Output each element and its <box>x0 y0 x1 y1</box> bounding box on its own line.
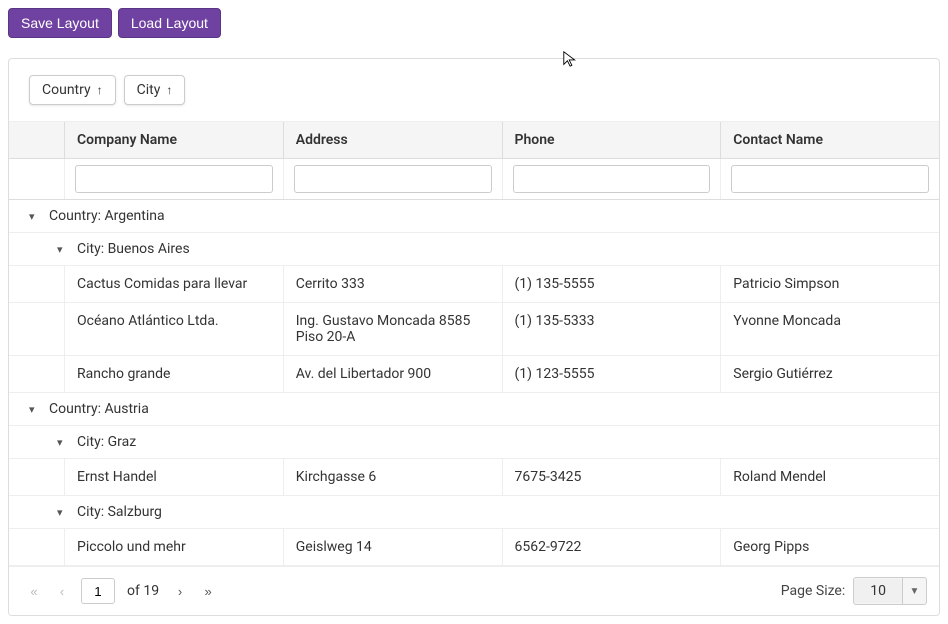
expand-icon: ▾ <box>57 506 77 519</box>
group-chip-country[interactable]: Country ↑ <box>29 75 116 105</box>
row-indent <box>9 529 64 565</box>
pager-next-button[interactable]: › <box>167 578 193 604</box>
expand-icon: ▾ <box>57 436 77 449</box>
filter-input-company[interactable] <box>75 165 273 193</box>
group-chip-label: Country <box>42 82 91 98</box>
row-indent <box>9 303 64 355</box>
cell-address: Geislweg 14 <box>283 529 502 565</box>
group-row-city[interactable]: ▾City: Graz <box>9 426 939 459</box>
row-indent <box>9 266 64 302</box>
column-header-row: Company Name Address Phone Contact Name <box>9 122 939 159</box>
pager-size: Page Size: 10 ▼ <box>781 577 927 605</box>
cell-company: Piccolo und mehr <box>64 529 283 565</box>
group-label: City: Buenos Aires <box>77 241 190 257</box>
pager-of-text: of 19 <box>127 583 159 599</box>
pager-first-button[interactable]: « <box>21 578 47 604</box>
expand-icon: ▾ <box>29 210 49 223</box>
cell-company: Cactus Comidas para llevar <box>64 266 283 302</box>
expand-icon: ▾ <box>57 243 77 256</box>
expand-icon: ▾ <box>29 403 49 416</box>
expand-column-filter <box>9 159 64 199</box>
cell-address: Av. del Libertador 900 <box>283 356 502 392</box>
grid-body: ▾Country: Argentina▾City: Buenos AiresCa… <box>9 200 939 566</box>
group-label: City: Graz <box>77 434 136 450</box>
cell-company: Ernst Handel <box>64 459 283 495</box>
save-layout-button[interactable]: Save Layout <box>8 8 112 38</box>
toolbar: Save Layout Load Layout <box>8 8 940 38</box>
page-size-label: Page Size: <box>781 583 846 599</box>
data-grid: Country ↑ City ↑ Company Name Address Ph… <box>8 58 940 616</box>
filter-row <box>9 159 939 200</box>
table-row[interactable]: Océano Atlántico Ltda.Ing. Gustavo Monca… <box>9 303 939 356</box>
column-header-address[interactable]: Address <box>283 122 502 158</box>
load-layout-button[interactable]: Load Layout <box>118 8 221 38</box>
group-label: Country: Austria <box>49 401 149 417</box>
cell-contact: Sergio Gutiérrez <box>720 356 939 392</box>
table-row[interactable]: Piccolo und mehrGeislweg 146562-9722Geor… <box>9 529 939 566</box>
cell-phone: (1) 123-5555 <box>502 356 721 392</box>
row-indent <box>9 356 64 392</box>
group-chip-label: City <box>137 82 161 98</box>
sort-asc-icon: ↑ <box>166 83 172 97</box>
column-header-contact[interactable]: Contact Name <box>720 122 939 158</box>
group-label: City: Salzburg <box>77 504 162 520</box>
cell-phone: 7675-3425 <box>502 459 721 495</box>
table-row[interactable]: Ernst HandelKirchgasse 67675-3425Roland … <box>9 459 939 496</box>
column-header-phone[interactable]: Phone <box>502 122 721 158</box>
column-header-company[interactable]: Company Name <box>64 122 283 158</box>
cell-address: Kirchgasse 6 <box>283 459 502 495</box>
group-chip-city[interactable]: City ↑ <box>124 75 186 105</box>
pager-prev-button[interactable]: ‹ <box>49 578 75 604</box>
cell-contact: Yvonne Moncada <box>720 303 939 355</box>
group-row-city[interactable]: ▾City: Salzburg <box>9 496 939 529</box>
pager: « ‹ of 19 › » Page Size: 10 ▼ <box>9 566 939 615</box>
table-row[interactable]: Cactus Comidas para llevarCerrito 333(1)… <box>9 266 939 303</box>
cell-contact: Patricio Simpson <box>720 266 939 302</box>
expand-column-header <box>9 122 64 158</box>
sort-asc-icon: ↑ <box>97 83 103 97</box>
cell-company: Océano Atlántico Ltda. <box>64 303 283 355</box>
cell-contact: Roland Mendel <box>720 459 939 495</box>
cell-phone: (1) 135-5333 <box>502 303 721 355</box>
pager-nav: « ‹ of 19 › » <box>21 578 221 604</box>
table-row[interactable]: Rancho grandeAv. del Libertador 900(1) 1… <box>9 356 939 393</box>
group-row-country[interactable]: ▾Country: Argentina <box>9 200 939 233</box>
cell-phone: (1) 135-5555 <box>502 266 721 302</box>
filter-input-phone[interactable] <box>513 165 711 193</box>
group-panel: Country ↑ City ↑ <box>9 59 939 122</box>
pager-last-button[interactable]: » <box>195 578 221 604</box>
cell-company: Rancho grande <box>64 356 283 392</box>
row-indent <box>9 459 64 495</box>
pager-page-input[interactable] <box>81 578 115 604</box>
chevron-down-icon: ▼ <box>902 578 926 604</box>
filter-input-contact[interactable] <box>731 165 929 193</box>
page-size-value: 10 <box>854 579 902 603</box>
group-label: Country: Argentina <box>49 208 165 224</box>
cell-phone: 6562-9722 <box>502 529 721 565</box>
group-row-country[interactable]: ▾Country: Austria <box>9 393 939 426</box>
filter-input-address[interactable] <box>294 165 492 193</box>
group-row-city[interactable]: ▾City: Buenos Aires <box>9 233 939 266</box>
page-size-selector[interactable]: 10 ▼ <box>853 577 927 605</box>
cell-address: Ing. Gustavo Moncada 8585 Piso 20-A <box>283 303 502 355</box>
cell-address: Cerrito 333 <box>283 266 502 302</box>
cell-contact: Georg Pipps <box>720 529 939 565</box>
